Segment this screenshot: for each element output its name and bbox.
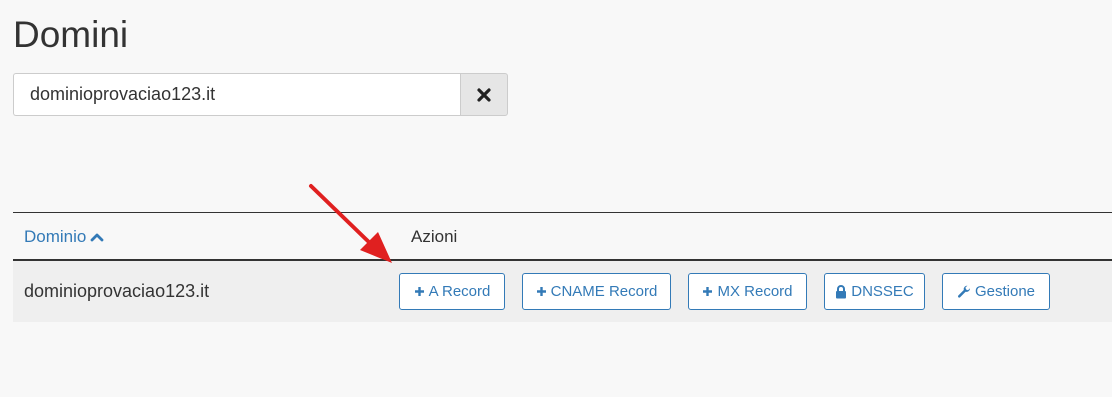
add-cname-record-button[interactable]: CNAME Record	[522, 273, 671, 310]
gestione-button[interactable]: Gestione	[942, 273, 1050, 310]
sort-by-domain-header[interactable]: Dominio	[24, 227, 104, 247]
chevron-up-icon	[90, 233, 104, 242]
times-icon	[477, 87, 491, 102]
clear-search-button[interactable]	[460, 73, 508, 116]
actions-column-label: Azioni	[411, 227, 458, 246]
add-mx-record-label: MX Record	[717, 283, 793, 300]
add-a-record-button[interactable]: A Record	[399, 273, 505, 310]
search-group	[13, 73, 508, 116]
plus-icon	[414, 287, 424, 296]
plus-icon	[703, 287, 713, 296]
add-a-record-label: A Record	[428, 283, 491, 300]
red-arrow-icon	[309, 184, 392, 263]
domain-column-label: Dominio	[24, 227, 87, 246]
dnssec-label: DNSSEC	[851, 283, 914, 300]
add-cname-record-label: CNAME Record	[550, 283, 658, 300]
dnssec-button[interactable]: DNSSEC	[824, 273, 925, 310]
domain-name: dominioprovaciao123.it	[24, 281, 210, 301]
gestione-label: Gestione	[974, 283, 1036, 300]
table-row: dominioprovaciao123.it A Record CNAME Re…	[13, 261, 1112, 322]
domains-table: Dominio Azioni dominioprovaciao123.it A …	[13, 212, 1112, 322]
page-title: Domini	[13, 14, 129, 55]
lock-icon	[836, 284, 847, 298]
plus-icon	[536, 287, 546, 296]
table-header: Dominio Azioni	[13, 213, 1112, 261]
wrench-icon	[957, 285, 970, 298]
add-mx-record-button[interactable]: MX Record	[688, 273, 807, 310]
search-input[interactable]	[13, 73, 460, 116]
